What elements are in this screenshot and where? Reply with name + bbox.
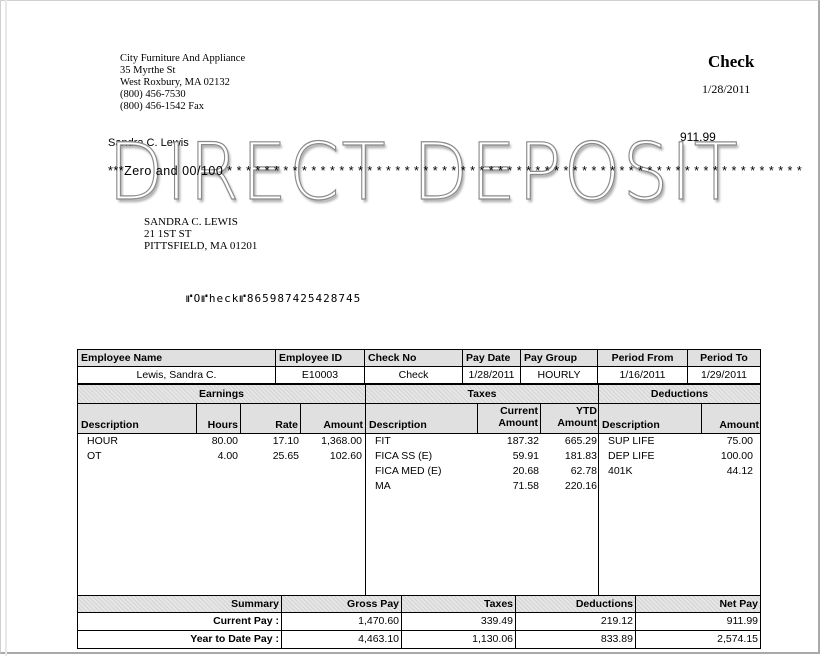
summary-current-net: 911.99: [635, 612, 761, 631]
mailing-address-block: SANDRA C. LEWIS 21 1ST ST PITTSFIELD, MA…: [144, 216, 257, 252]
tax-row-ytd: 181.83: [564, 450, 597, 462]
header-employee-name: Employee Name: [77, 349, 276, 367]
earnings-col-rate: Rate: [240, 403, 301, 434]
summary-col-gross-pay: Gross Pay: [281, 595, 402, 613]
taxes-col-current-amount: Current Amount: [477, 403, 541, 434]
mailing-city: PITTSFIELD, MA 01201: [144, 240, 258, 252]
company-name: City Furniture And Appliance: [120, 53, 246, 64]
header-check-no: Check No: [364, 349, 463, 367]
check-title: Check: [708, 52, 755, 71]
summary-row-ytd-label: Year to Date Pay :: [77, 630, 282, 649]
amount-in-words: ***Zero and 00/100 * * * * * * * * * * *…: [108, 164, 803, 178]
mailing-street: 21 1ST ST: [144, 228, 192, 240]
deduction-row-description: 401K: [608, 465, 633, 477]
company-address-block: City Furniture And Appliance 35 Myrthe S…: [120, 53, 245, 113]
tax-row-current: 71.58: [512, 480, 539, 492]
summary-row-current-label: Current Pay :: [77, 612, 282, 631]
taxes-col-description: Description: [365, 403, 478, 434]
taxes-col-ytd-amount: YTD Amount: [540, 403, 599, 434]
earnings-row-amount: 102.60: [329, 450, 362, 462]
company-address-line1: 35 Myrthe St: [120, 65, 176, 76]
micr-line: ⑈O⑈heck⑈865987425428745: [186, 292, 362, 305]
page-margin-line: [5, 0, 7, 656]
header-period-to: Period To: [687, 349, 761, 367]
mailing-name: SANDRA C. LEWIS: [144, 216, 238, 228]
summary-header: Summary: [77, 595, 282, 613]
earnings-col-amount: Amount: [300, 403, 366, 434]
deduction-row-amount: 75.00: [726, 435, 753, 447]
taxes-section-header: Taxes: [365, 384, 599, 404]
deduction-row-amount: 100.00: [720, 450, 753, 462]
header-pay-group: Pay Group: [520, 349, 598, 367]
earnings-section-header: Earnings: [77, 384, 366, 404]
summary-ytd-deductions: 833.89: [515, 630, 636, 649]
earnings-row-description: HOUR: [87, 435, 118, 447]
header-pay-date: Pay Date: [462, 349, 521, 367]
earnings-row-rate: 17.10: [272, 435, 299, 447]
tax-row-description: MA: [375, 480, 391, 492]
summary-ytd-taxes: 1,130.06: [401, 630, 516, 649]
earnings-row-rate: 25.65: [272, 450, 299, 462]
value-employee-id: E10003: [275, 366, 365, 384]
deduction-row-amount: 44.12: [726, 465, 753, 477]
deductions-section-header: Deductions: [598, 384, 761, 404]
check-date: 1/28/2011: [702, 82, 751, 96]
tax-row-description: FICA MED (E): [375, 465, 442, 477]
company-phone: (800) 456-7530: [120, 89, 186, 100]
deductions-col-amount: Amount: [701, 403, 761, 434]
deduction-row-description: SUP LIFE: [608, 435, 655, 447]
tax-row-ytd: 62.78: [570, 465, 597, 477]
tax-row-description: FICA SS (E): [375, 450, 433, 462]
summary-current-taxes: 339.49: [401, 612, 516, 631]
summary-ytd-net: 2,574.15: [635, 630, 761, 649]
summary-col-taxes: Taxes: [401, 595, 516, 613]
tax-row-current: 59.91: [512, 450, 539, 462]
deductions-col-description: Description: [598, 403, 702, 434]
earnings-row-description: OT: [87, 450, 102, 462]
earnings-row-hours: 80.00: [211, 435, 238, 447]
value-period-from: 1/16/2011: [597, 366, 688, 384]
earnings-row-amount: 1,368.00: [321, 435, 362, 447]
tax-row-current: 187.32: [506, 435, 539, 447]
summary-current-deductions: 219.12: [515, 612, 636, 631]
value-pay-date: 1/28/2011: [462, 366, 521, 384]
earnings-col-hours: Hours: [196, 403, 241, 434]
company-address-line2: West Roxbury, MA 02132: [120, 77, 230, 88]
header-period-from: Period From: [597, 349, 688, 367]
tax-row-description: FIT: [375, 435, 391, 447]
summary-col-net-pay: Net Pay: [635, 595, 761, 613]
earnings-col-description: Description: [77, 403, 197, 434]
value-employee-name: Lewis, Sandra C.: [77, 366, 276, 384]
tax-row-current: 20.68: [512, 465, 539, 477]
earnings-row-hours: 4.00: [217, 450, 238, 462]
value-pay-group: HOURLY: [520, 366, 598, 384]
deduction-row-description: DEP LIFE: [608, 450, 655, 462]
tax-row-ytd: 220.16: [564, 480, 597, 492]
summary-current-gross: 1,470.60: [281, 612, 402, 631]
tax-row-ytd: 665.29: [564, 435, 597, 447]
summary-ytd-gross: 4,463.10: [281, 630, 402, 649]
company-fax: (800) 456-1542 Fax: [120, 101, 204, 112]
header-employee-id: Employee ID: [275, 349, 365, 367]
value-check-no: Check: [364, 366, 463, 384]
summary-col-deductions: Deductions: [515, 595, 636, 613]
value-period-to: 1/29/2011: [687, 366, 761, 384]
